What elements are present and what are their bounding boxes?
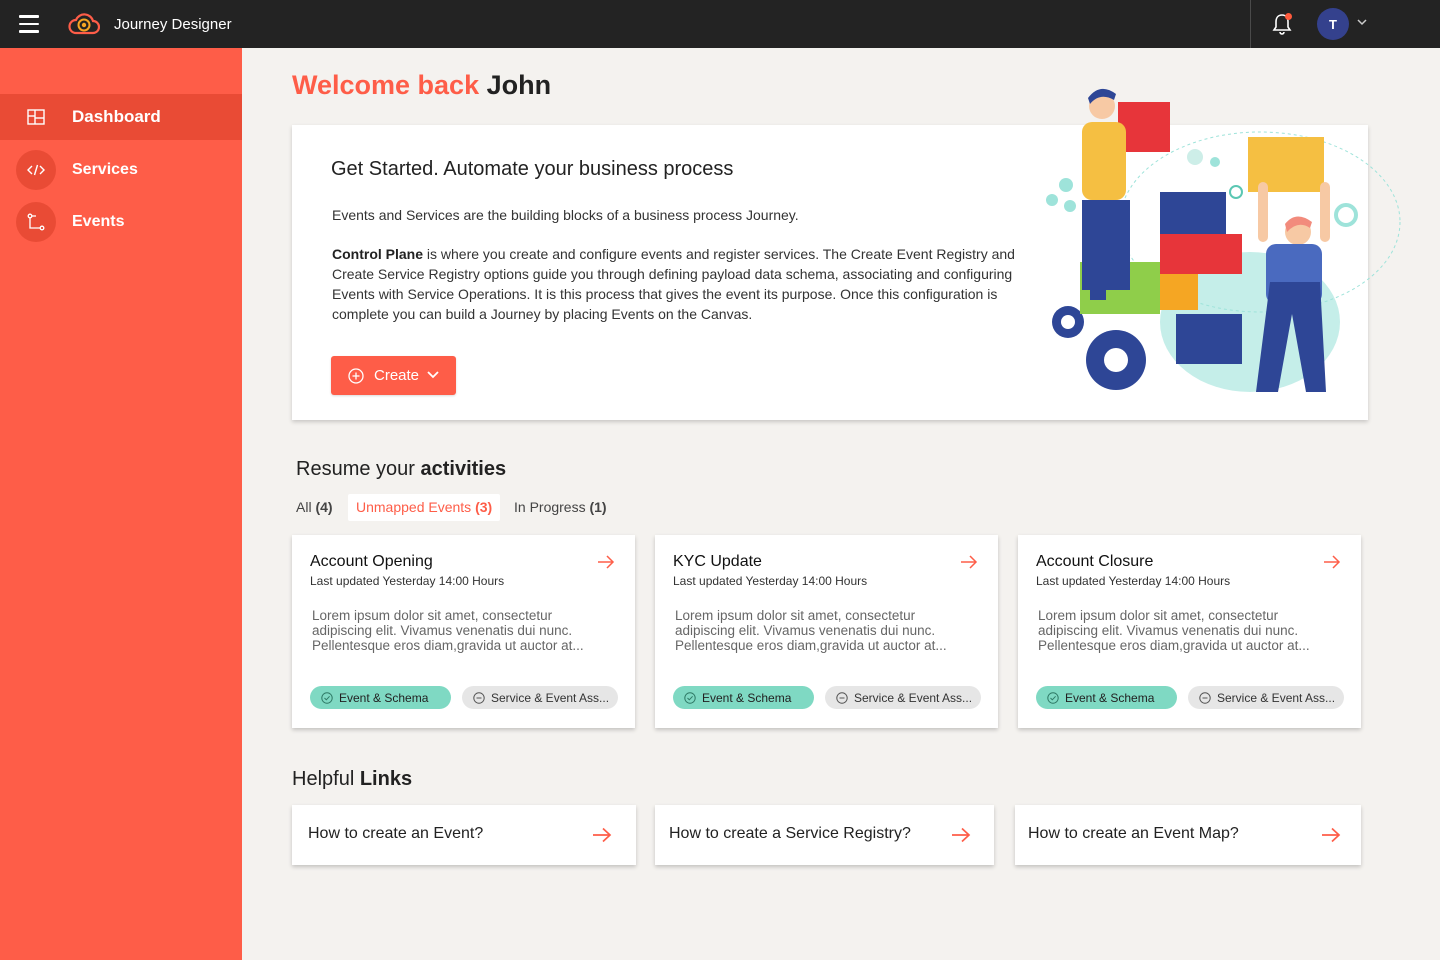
get-started-title: Get Started. Automate your business proc… bbox=[331, 158, 734, 180]
arrow-right-icon[interactable] bbox=[960, 555, 978, 569]
links-title-prefix: Helpful bbox=[292, 768, 355, 790]
check-circle-icon bbox=[321, 691, 333, 704]
control-plane-text: is where you create and configure events… bbox=[332, 246, 1015, 322]
tab-count: (1) bbox=[589, 499, 607, 515]
chevron-down-icon[interactable] bbox=[1356, 16, 1368, 28]
notification-dot bbox=[1285, 13, 1292, 20]
activity-updated: Last updated Yesterday 14:00 Hours bbox=[310, 574, 505, 588]
minus-circle-icon bbox=[1199, 691, 1211, 704]
arrow-right-icon bbox=[1322, 827, 1341, 843]
status-badge-service-event[interactable]: Service & Event Ass... bbox=[462, 686, 618, 709]
tab-label: In Progress bbox=[514, 499, 586, 515]
top-divider bbox=[1250, 0, 1251, 48]
help-link-label: How to create a Service Registry? bbox=[669, 825, 911, 842]
status-badge-event-schema[interactable]: Event & Schema bbox=[310, 686, 451, 709]
add-circle-icon bbox=[348, 368, 364, 384]
avatar[interactable]: T bbox=[1317, 8, 1349, 40]
tab-count: (3) bbox=[475, 499, 493, 515]
status-badge-service-event[interactable]: Service & Event Ass... bbox=[1188, 686, 1344, 709]
arrow-right-icon[interactable] bbox=[597, 555, 615, 569]
links-title-bold: Links bbox=[359, 768, 413, 790]
activity-updated: Last updated Yesterday 14:00 Hours bbox=[673, 574, 868, 588]
create-button-label: Create bbox=[374, 367, 420, 384]
sidebar-item-events[interactable]: Events bbox=[0, 199, 242, 245]
help-link-label: How to create an Event? bbox=[308, 825, 484, 842]
chevron-down-icon bbox=[427, 371, 439, 379]
sidebar-item-label: Events bbox=[72, 213, 125, 230]
intro-paragraph: Events and Services are the building blo… bbox=[332, 207, 799, 223]
activity-description: Lorem ipsum dolor sit amet, consectetur … bbox=[1038, 608, 1310, 653]
top-bar: Journey Designer T bbox=[0, 0, 1440, 48]
activity-card-account-closure[interactable]: Account Closure Last updated Yesterday 1… bbox=[1018, 535, 1361, 728]
check-circle-icon bbox=[1047, 691, 1059, 704]
app-logo-icon bbox=[68, 13, 100, 35]
arrow-right-icon bbox=[952, 827, 971, 843]
tab-label: Unmapped Events bbox=[356, 499, 472, 515]
welcome-prefix: Welcome back bbox=[292, 70, 480, 100]
control-plane-label: Control Plane bbox=[332, 246, 424, 262]
activity-description: Lorem ipsum dolor sit amet, consectetur … bbox=[312, 608, 584, 653]
sidebar-item-services[interactable]: Services bbox=[0, 147, 242, 193]
control-plane-paragraph: Control Plane is where you create and co… bbox=[332, 244, 1022, 324]
sidebar-item-label: Dashboard bbox=[72, 107, 161, 126]
status-badge-service-event[interactable]: Service & Event Ass... bbox=[825, 686, 981, 709]
minus-circle-icon bbox=[473, 691, 485, 704]
activity-card-kyc-update[interactable]: KYC Update Last updated Yesterday 14:00 … bbox=[655, 535, 998, 728]
status-badge-label: Service & Event Ass... bbox=[854, 690, 973, 705]
activity-updated: Last updated Yesterday 14:00 Hours bbox=[1036, 574, 1231, 588]
sidebar-item-dashboard[interactable]: Dashboard bbox=[0, 94, 242, 140]
status-badge-label: Event & Schema bbox=[1065, 690, 1155, 705]
flow-icon bbox=[16, 202, 56, 242]
activities-title: Resume your activities bbox=[296, 458, 506, 481]
activity-description: Lorem ipsum dolor sit amet, consectetur … bbox=[675, 608, 947, 653]
notification-bell-icon[interactable] bbox=[1271, 12, 1293, 36]
help-link-label: How to create an Event Map? bbox=[1028, 825, 1239, 842]
activities-title-prefix: Resume your bbox=[296, 458, 415, 480]
create-button[interactable]: Create bbox=[331, 356, 456, 395]
helpful-links-title: Helpful Links bbox=[292, 768, 412, 791]
tab-unmapped-events[interactable]: Unmapped Events (3) bbox=[348, 494, 501, 521]
check-circle-icon bbox=[684, 691, 696, 704]
sidebar-item-label: Services bbox=[72, 161, 138, 178]
app-title: Journey Designer bbox=[114, 16, 232, 33]
tab-in-progress[interactable]: In Progress (1) bbox=[514, 494, 607, 521]
status-badge-label: Service & Event Ass... bbox=[491, 690, 610, 705]
status-badge-event-schema[interactable]: Event & Schema bbox=[673, 686, 814, 709]
tab-label: All bbox=[296, 499, 312, 515]
minus-circle-icon bbox=[836, 691, 848, 704]
page-title: Welcome back John bbox=[292, 70, 551, 101]
activity-title: Account Opening bbox=[310, 553, 433, 570]
sidebar: Dashboard Services Events bbox=[0, 48, 242, 960]
status-badge-event-schema[interactable]: Event & Schema bbox=[1036, 686, 1177, 709]
status-badge-label: Service & Event Ass... bbox=[1217, 690, 1336, 705]
status-badge-label: Event & Schema bbox=[339, 690, 429, 705]
menu-icon[interactable] bbox=[19, 15, 39, 33]
tab-count: (4) bbox=[315, 499, 333, 515]
building-blocks-illustration bbox=[1046, 88, 1401, 392]
help-link-create-event-map[interactable]: How to create an Event Map? bbox=[1015, 805, 1361, 865]
tab-all[interactable]: All (4) bbox=[296, 494, 333, 521]
activities-title-bold: activities bbox=[420, 458, 507, 480]
activity-title: Account Closure bbox=[1036, 553, 1154, 570]
activity-title: KYC Update bbox=[673, 553, 762, 570]
dashboard-icon bbox=[16, 97, 56, 137]
help-link-create-service-registry[interactable]: How to create a Service Registry? bbox=[655, 805, 994, 865]
arrow-right-icon[interactable] bbox=[1323, 555, 1341, 569]
user-name: John bbox=[486, 70, 552, 100]
activity-card-account-opening[interactable]: Account Opening Last updated Yesterday 1… bbox=[292, 535, 635, 728]
help-link-create-event[interactable]: How to create an Event? bbox=[292, 805, 636, 865]
code-icon bbox=[16, 150, 56, 190]
status-badge-label: Event & Schema bbox=[702, 690, 792, 705]
arrow-right-icon bbox=[593, 827, 612, 843]
